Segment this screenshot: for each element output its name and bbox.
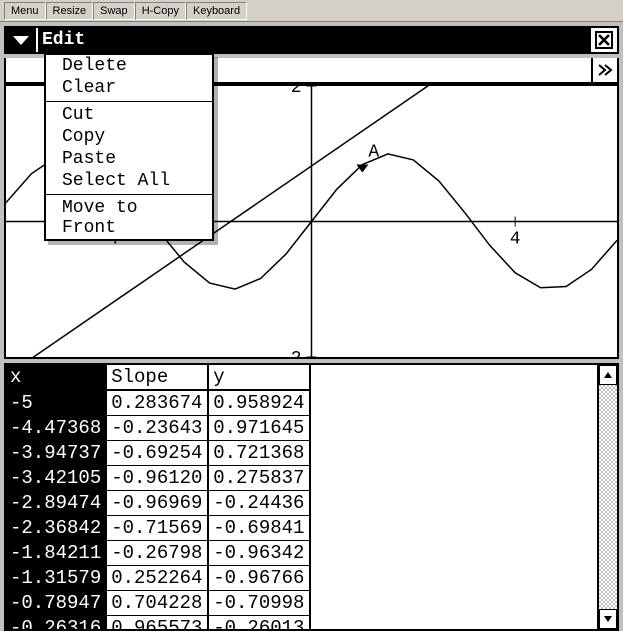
- chevron-down-icon: [11, 33, 31, 47]
- cell-y: -0.69841: [208, 516, 310, 541]
- svg-text:A: A: [368, 143, 379, 163]
- data-table-container: x Slope y -50.2836740.958924-4.47368-0.2…: [4, 363, 619, 631]
- cell-slope: 0.704228: [106, 591, 208, 616]
- cell-y: -0.24436: [208, 491, 310, 516]
- svg-text:-2: -2: [280, 349, 302, 357]
- table-row[interactable]: -2.36842-0.71569-0.69841: [6, 516, 310, 541]
- cell-y: 0.958924: [208, 390, 310, 416]
- cell-y: 0.275837: [208, 466, 310, 491]
- cell-y: -0.96766: [208, 566, 310, 591]
- data-table: x Slope y -50.2836740.958924-4.47368-0.2…: [6, 365, 311, 629]
- cell-slope: -0.26798: [106, 541, 208, 566]
- menu-clear[interactable]: Clear: [46, 77, 212, 99]
- titlebar-title: Edit: [42, 30, 85, 50]
- menu-paste[interactable]: Paste: [46, 148, 212, 170]
- cell-y: 0.971645: [208, 416, 310, 441]
- menu-move-to-front[interactable]: Move to Front: [46, 197, 212, 239]
- cell-x: -3.94737: [6, 441, 106, 466]
- col-header-x[interactable]: x: [6, 365, 106, 390]
- cell-slope: -0.69254: [106, 441, 208, 466]
- cell-slope: 0.283674: [106, 390, 208, 416]
- menu-cut[interactable]: Cut: [46, 104, 212, 126]
- menubar: Menu Resize Swap H-Copy Keyboard: [0, 0, 623, 22]
- close-icon: [595, 31, 613, 49]
- scroll-track[interactable]: [599, 385, 617, 609]
- menu-delete[interactable]: Delete: [46, 55, 212, 77]
- table-row[interactable]: -2.89474-0.96969-0.24436: [6, 491, 310, 516]
- cell-y: -0.26013: [208, 616, 310, 630]
- menu-item-keyboard[interactable]: Keyboard: [186, 2, 247, 20]
- cell-slope: 0.965573: [106, 616, 208, 630]
- table-row[interactable]: -1.315790.252264-0.96766: [6, 566, 310, 591]
- cell-x: -2.89474: [6, 491, 106, 516]
- table-row[interactable]: -3.94737-0.692540.721368: [6, 441, 310, 466]
- svg-text:2: 2: [291, 86, 302, 98]
- col-header-y[interactable]: y: [208, 365, 310, 390]
- double-chevron-right-icon: [597, 63, 613, 77]
- menu-select-all[interactable]: Select All: [46, 170, 212, 192]
- cell-y: -0.96342: [208, 541, 310, 566]
- svg-text:4: 4: [510, 230, 521, 250]
- table-row[interactable]: -3.42105-0.961200.275837: [6, 466, 310, 491]
- menu-item-swap[interactable]: Swap: [93, 2, 135, 20]
- table-row[interactable]: -0.789470.704228-0.70998: [6, 591, 310, 616]
- scroll-down-button[interactable]: [599, 609, 617, 629]
- titlebar: Edit: [4, 26, 619, 54]
- cell-x: -1.84211: [6, 541, 106, 566]
- close-button[interactable]: [589, 28, 617, 52]
- edit-menu: Delete Clear Cut Copy Paste Select All M…: [44, 53, 214, 241]
- cell-x: -3.42105: [6, 466, 106, 491]
- cell-x: -0.26316: [6, 616, 106, 630]
- cell-slope: -0.71569: [106, 516, 208, 541]
- cell-x: -1.31579: [6, 566, 106, 591]
- cell-slope: -0.23643: [106, 416, 208, 441]
- cell-slope: -0.96969: [106, 491, 208, 516]
- cell-slope: 0.252264: [106, 566, 208, 591]
- cell-y: -0.70998: [208, 591, 310, 616]
- scroll-up-button[interactable]: [599, 365, 617, 385]
- scrollbar[interactable]: [597, 365, 617, 629]
- cell-x: -5: [6, 390, 106, 416]
- cell-x: -4.47368: [6, 416, 106, 441]
- cell-slope: -0.96120: [106, 466, 208, 491]
- table-row[interactable]: -1.84211-0.26798-0.96342: [6, 541, 310, 566]
- toolbar-next-button[interactable]: [591, 58, 617, 82]
- triangle-up-icon: [603, 371, 613, 379]
- cell-x: -0.78947: [6, 591, 106, 616]
- menu-item-hcopy[interactable]: H-Copy: [135, 2, 186, 20]
- col-header-slope[interactable]: Slope: [106, 365, 208, 390]
- triangle-down-icon: [603, 615, 613, 623]
- table-row[interactable]: -0.263160.965573-0.26013: [6, 616, 310, 630]
- cell-x: -2.36842: [6, 516, 106, 541]
- table-row[interactable]: -50.2836740.958924: [6, 390, 310, 416]
- menu-item-resize[interactable]: Resize: [46, 2, 94, 20]
- dropdown-button[interactable]: [6, 28, 38, 52]
- menu-copy[interactable]: Copy: [46, 126, 212, 148]
- table-row[interactable]: -4.47368-0.236430.971645: [6, 416, 310, 441]
- cell-y: 0.721368: [208, 441, 310, 466]
- menu-item-menu[interactable]: Menu: [4, 2, 46, 20]
